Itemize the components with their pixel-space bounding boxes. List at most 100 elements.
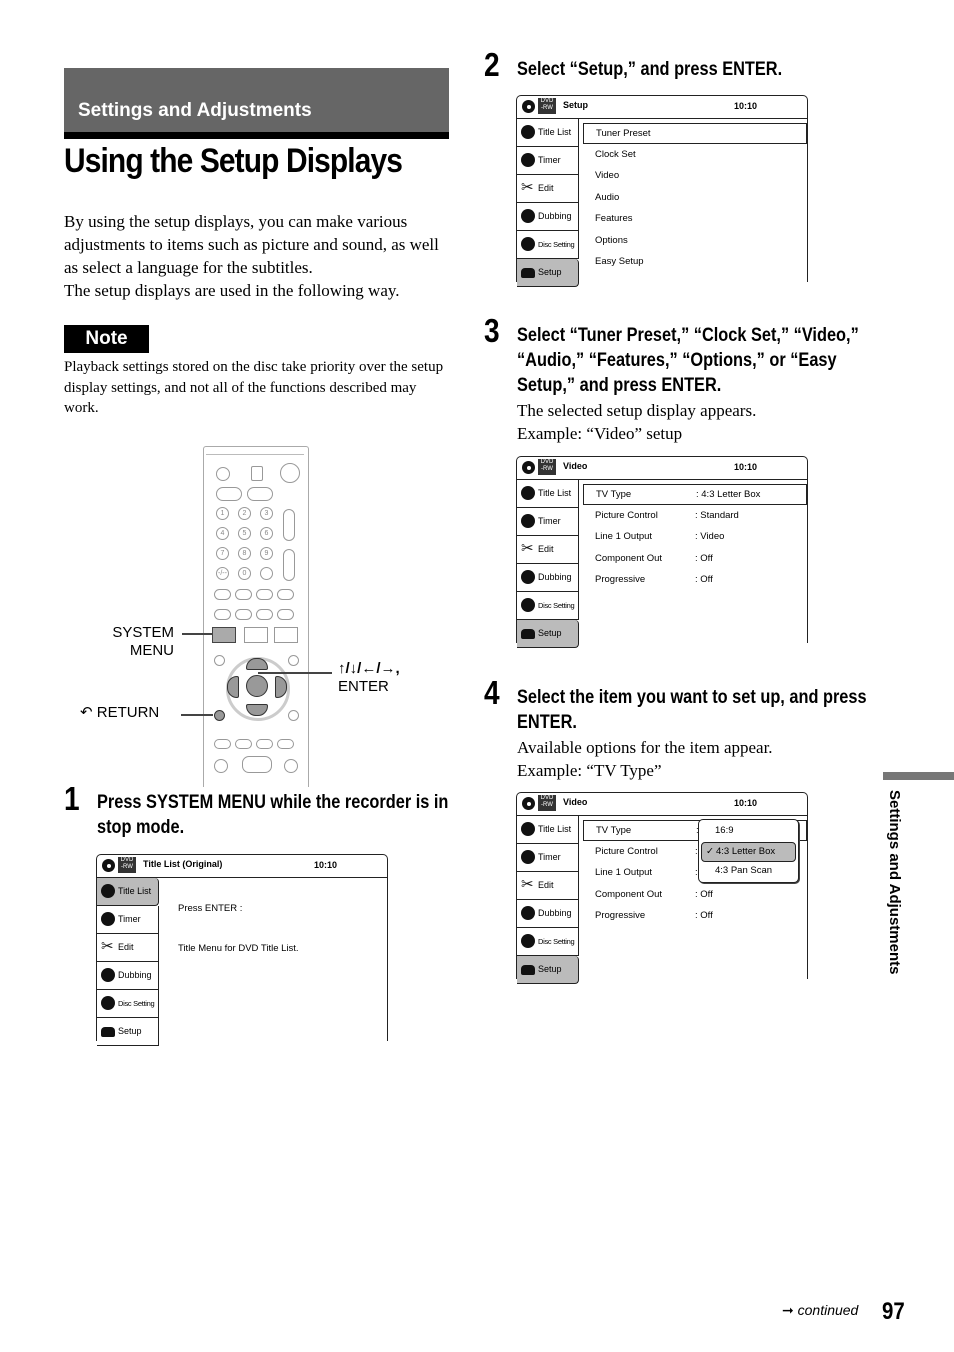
setup-menu-item[interactable]: Features [583, 209, 807, 228]
up-arrow-button [246, 658, 268, 670]
sidebar-item-label: Setup [538, 964, 562, 974]
setting-row[interactable]: Component Out: Off [583, 549, 807, 568]
sidebar-item-dubbing[interactable]: Dubbing [517, 564, 579, 592]
setup-toolbox-icon [521, 965, 535, 975]
remote-pill-button [256, 589, 273, 600]
setup-menu-item[interactable]: Video [583, 166, 807, 185]
step-2-heading: Select “Setup,” and press ENTER. [517, 59, 783, 80]
sidebar-item-title-list[interactable]: Title List [517, 119, 579, 147]
sidebar-item-setup[interactable]: Setup [517, 956, 579, 984]
eject-button [216, 467, 230, 481]
setting-row[interactable]: Progressive: Off [583, 570, 807, 589]
setup-menu-item[interactable]: Options [583, 231, 807, 250]
osd-screen-setup: DVD -RW Setup 10:10 Title List Timer ✂ Edit D… [516, 95, 808, 287]
sidebar-item-edit[interactable]: ✂ Edit [97, 934, 159, 962]
transport-button [242, 756, 272, 773]
sidebar-item-title-list[interactable]: Title List [517, 816, 579, 844]
press-enter-text: Press ENTER : [178, 903, 243, 914]
sidebar-item-title-list[interactable]: Title List [97, 878, 159, 906]
setting-value: : Off [695, 910, 713, 921]
option-label: 4:3 Pan Scan [715, 865, 773, 876]
step-3-number: 3 [484, 312, 500, 349]
sidebar-item-setup[interactable]: Setup [517, 259, 579, 287]
timer-icon [521, 514, 535, 528]
sidebar-item-edit[interactable]: ✂ Edit [517, 175, 579, 203]
remote-pill-button [277, 609, 294, 620]
step-4-heading: Select the item you want to set up, and … [517, 687, 867, 733]
sidebar-item-dubbing[interactable]: Dubbing [97, 962, 159, 990]
sidebar-item-disc-setting[interactable]: Disc Setting [517, 231, 579, 259]
arrows-enter-callout: ↑/↓/←/→, ENTER [338, 660, 400, 695]
sidebar-item-label: Title List [538, 488, 572, 498]
sidebar-item-edit[interactable]: ✂ Edit [517, 536, 579, 564]
number-button: 5 [238, 527, 251, 540]
sidebar-item-timer[interactable]: Timer [517, 508, 579, 536]
transport-button [235, 739, 252, 749]
osd-screen-tv-type: DVD -RW Video 10:10 Title List Timer ✂ Edit D… [516, 792, 808, 984]
sidebar-item-title-list[interactable]: Title List [517, 480, 579, 508]
osd-header: DVD -RW Title List (Original) 10:10 [97, 855, 387, 878]
setting-row[interactable]: Picture Control: Standard [583, 506, 807, 525]
sidebar-item-disc-setting[interactable]: Disc Setting [97, 990, 159, 1018]
dvd-rw-badge: DVD -RW [538, 98, 556, 114]
title-list-icon [521, 125, 535, 139]
number-button: 2 [238, 507, 251, 520]
step-3-body: The selected setup display appears. Exam… [517, 401, 757, 443]
input-select-button [251, 466, 263, 481]
dvd-rw-badge: DVD -RW [538, 795, 556, 811]
dvd-rw-badge: DVD -RW [118, 857, 136, 873]
tv-type-option[interactable]: ✓ 4:3 Letter Box [701, 842, 796, 862]
sidebar-item-disc-setting[interactable]: Disc Setting [517, 928, 579, 956]
intro-paragraph-1: By using the setup displays, you can mak… [64, 212, 439, 277]
sidebar-item-label: Timer [538, 852, 561, 862]
osd-main: Press ENTER : Title Menu for DVD Title L… [161, 878, 387, 1041]
dubbing-icon [521, 570, 535, 584]
intro-text: By using the setup displays, you can mak… [64, 210, 454, 302]
title-menu-text: Title Menu for DVD Title List. [178, 943, 299, 954]
system-menu-button [212, 627, 236, 643]
sidebar-item-label: Disc Setting [538, 937, 575, 946]
arrow-right-icon: ➞ [782, 1302, 794, 1318]
setting-row[interactable]: TV Type: 4:3 Letter Box [583, 484, 807, 505]
setup-toolbox-icon [101, 1027, 115, 1037]
disc-icon [522, 797, 535, 810]
setup-menu-item[interactable]: Tuner Preset [583, 123, 807, 144]
setup-menu-item[interactable]: Easy Setup [583, 252, 807, 271]
sidebar-item-dubbing[interactable]: Dubbing [517, 203, 579, 231]
tv-type-option[interactable]: 16:9 [701, 822, 796, 840]
edit-scissors-icon: ✂ [101, 938, 114, 955]
sidebar-item-setup[interactable]: Setup [97, 1018, 159, 1046]
menu-item-label: Tuner Preset [596, 128, 651, 139]
number-button: 4 [216, 527, 229, 540]
tv-type-option[interactable]: 4:3 Pan Scan [701, 862, 796, 880]
sidebar-item-dubbing[interactable]: Dubbing [517, 900, 579, 928]
sidebar-item-label: Disc Setting [538, 601, 575, 610]
sidebar-item-edit[interactable]: ✂ Edit [517, 872, 579, 900]
disc-setting-icon [101, 996, 115, 1010]
setup-menu-item[interactable]: Audio [583, 188, 807, 207]
menu-item-label: Easy Setup [595, 256, 644, 267]
sidebar-item-label: Timer [538, 516, 561, 526]
disc-icon [522, 100, 535, 113]
dubbing-icon [101, 968, 115, 982]
step-4-body: Available options for the item appear. E… [517, 738, 773, 780]
number-button: 7 [216, 547, 229, 560]
sidebar-item-timer[interactable]: Timer [517, 147, 579, 175]
page-title: Using the Setup Displays [64, 142, 403, 180]
remote-small-button [288, 710, 299, 721]
sidebar-item-timer[interactable]: Timer [97, 906, 159, 934]
sidebar-item-timer[interactable]: Timer [517, 844, 579, 872]
option-label: 16:9 [715, 825, 734, 836]
setting-row[interactable]: Progressive: Off [583, 906, 807, 925]
tv-type-options-popup: 16:9 ✓ 4:3 Letter Box 4:3 Pan Scan [698, 819, 799, 883]
disc-setting-icon [521, 598, 535, 612]
arrows-enter-leader-line [258, 672, 332, 674]
step-1-heading: Press SYSTEM MENU while the recorder is … [97, 792, 449, 838]
timer-icon [521, 153, 535, 167]
sidebar-item-setup[interactable]: Setup [517, 620, 579, 648]
setup-menu-item[interactable]: Clock Set [583, 145, 807, 164]
setting-row[interactable]: Line 1 Output: Video [583, 527, 807, 546]
disc-setting-icon [521, 237, 535, 251]
setting-row[interactable]: Component Out: Off [583, 885, 807, 904]
sidebar-item-disc-setting[interactable]: Disc Setting [517, 592, 579, 620]
